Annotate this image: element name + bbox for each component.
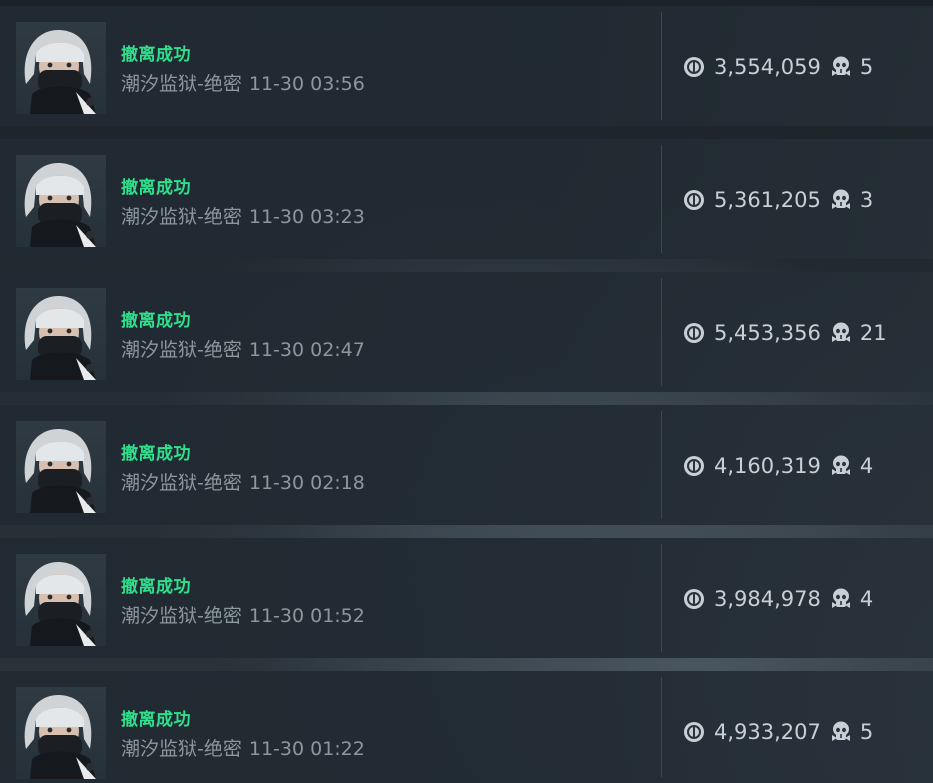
kill-count: 3	[859, 188, 874, 212]
coin-icon	[683, 189, 705, 211]
extraction-status: 撤离成功	[121, 577, 191, 597]
match-info: 潮汐监狱-绝密 11-30 02:47	[121, 335, 365, 362]
match-record-row[interactable]: 撤离成功 潮汐监狱-绝密 11-30 03:23 5,361,205 3	[0, 139, 933, 259]
row-divider	[661, 544, 662, 652]
match-record-row[interactable]: 撤离成功 潮汐监狱-绝密 11-30 01:22 4,933,207 5	[0, 671, 933, 783]
match-record-row[interactable]: 撤离成功 潮汐监狱-绝密 11-30 02:18 4,160,319 4	[0, 405, 933, 525]
match-stats: 4,160,319 4	[683, 453, 873, 479]
row-divider	[661, 411, 662, 519]
match-info: 潮汐监狱-绝密 11-30 03:23	[121, 202, 365, 229]
match-stats: 5,361,205 3	[683, 187, 873, 213]
operator-avatar	[16, 22, 106, 114]
match-info: 潮汐监狱-绝密 11-30 01:22	[121, 734, 365, 761]
operator-avatar	[16, 155, 106, 247]
match-time: 11-30 01:52	[248, 605, 365, 627]
coin-icon	[683, 455, 705, 477]
skull-icon	[831, 56, 850, 78]
kill-count: 5	[859, 720, 874, 744]
match-stats: 3,554,059 5	[683, 54, 873, 80]
row-divider	[661, 677, 662, 777]
extraction-status: 撤离成功	[121, 45, 191, 65]
map-name: 潮汐监狱-绝密	[121, 738, 242, 760]
row-divider	[661, 12, 662, 120]
map-name: 潮汐监狱-绝密	[121, 73, 242, 95]
extraction-status: 撤离成功	[121, 311, 191, 331]
loot-value: 3,554,059	[714, 55, 821, 79]
coin-icon	[683, 588, 705, 610]
operator-avatar	[16, 288, 106, 380]
operator-avatar	[16, 421, 106, 513]
skull-icon	[831, 588, 850, 610]
match-info: 潮汐监狱-绝密 11-30 01:52	[121, 601, 365, 628]
map-name: 潮汐监狱-绝密	[121, 472, 242, 494]
extraction-status: 撤离成功	[121, 710, 191, 730]
kill-count: 4	[859, 454, 874, 478]
operator-avatar	[16, 554, 106, 646]
match-record-row[interactable]: 撤离成功 潮汐监狱-绝密 11-30 01:52 3,984,978 4	[0, 538, 933, 658]
loot-value: 4,933,207	[714, 720, 821, 744]
match-stats: 5,453,356 21	[683, 320, 887, 346]
match-time: 11-30 01:22	[248, 738, 365, 760]
skull-icon	[831, 721, 850, 743]
kill-count: 4	[859, 587, 874, 611]
match-history-list: 撤离成功 潮汐监狱-绝密 11-30 03:56 3,554,059 5 撤离成…	[0, 0, 933, 783]
skull-icon	[831, 322, 850, 344]
map-name: 潮汐监狱-绝密	[121, 605, 242, 627]
loot-value: 5,453,356	[714, 321, 821, 345]
operator-avatar	[16, 687, 106, 779]
kill-count: 5	[859, 55, 874, 79]
extraction-status: 撤离成功	[121, 444, 191, 464]
match-time: 11-30 03:56	[248, 73, 365, 95]
coin-icon	[683, 721, 705, 743]
skull-icon	[831, 189, 850, 211]
skull-icon	[831, 455, 850, 477]
match-stats: 4,933,207 5	[683, 719, 873, 745]
coin-icon	[683, 322, 705, 344]
match-record-row[interactable]: 撤离成功 潮汐监狱-绝密 11-30 02:47 5,453,356 21	[0, 272, 933, 392]
match-record-row[interactable]: 撤离成功 潮汐监狱-绝密 11-30 03:56 3,554,059 5	[0, 6, 933, 126]
row-divider	[661, 145, 662, 253]
row-divider	[661, 278, 662, 386]
loot-value: 5,361,205	[714, 188, 821, 212]
loot-value: 4,160,319	[714, 454, 821, 478]
map-name: 潮汐监狱-绝密	[121, 206, 242, 228]
extraction-status: 撤离成功	[121, 178, 191, 198]
match-stats: 3,984,978 4	[683, 586, 873, 612]
loot-value: 3,984,978	[714, 587, 821, 611]
match-info: 潮汐监狱-绝密 11-30 03:56	[121, 69, 365, 96]
coin-icon	[683, 56, 705, 78]
match-time: 11-30 02:47	[248, 339, 365, 361]
match-time: 11-30 02:18	[248, 472, 365, 494]
kill-count: 21	[859, 321, 887, 345]
match-info: 潮汐监狱-绝密 11-30 02:18	[121, 468, 365, 495]
match-time: 11-30 03:23	[248, 206, 365, 228]
map-name: 潮汐监狱-绝密	[121, 339, 242, 361]
